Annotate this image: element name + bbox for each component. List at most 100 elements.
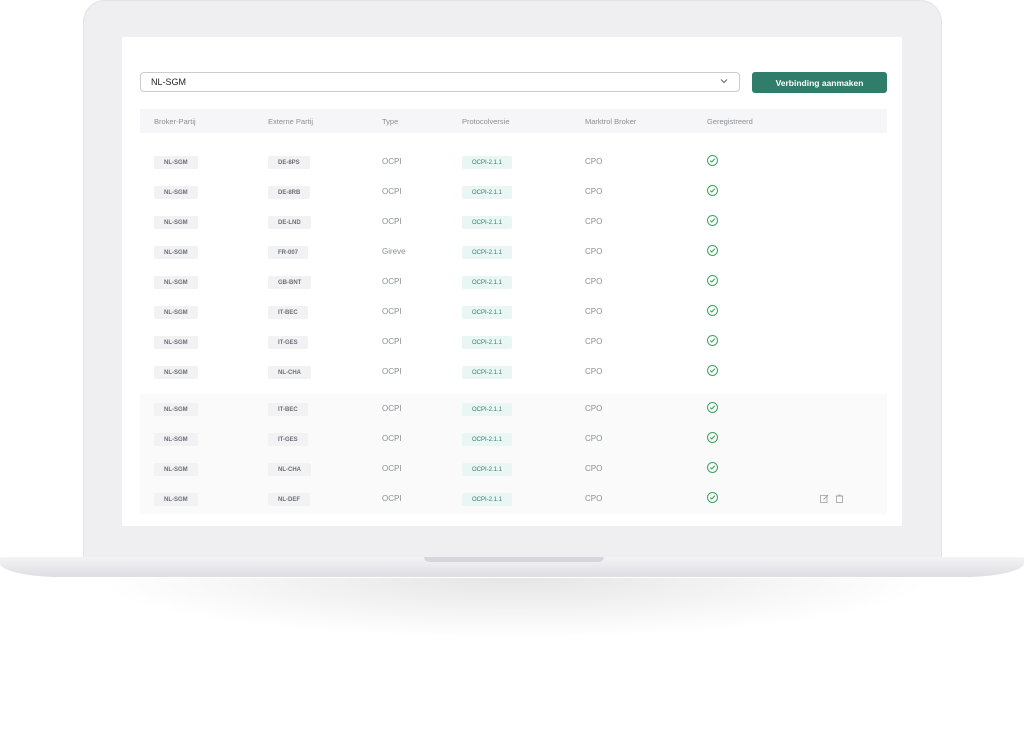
external-party-chip: DE-8RB bbox=[268, 186, 311, 199]
connection-type: OCPI bbox=[382, 307, 402, 316]
market-role: CPO bbox=[585, 247, 603, 256]
protocol-version-badge: OCPI-2.1.1 bbox=[462, 156, 513, 169]
broker-party-chip: NL-SGM bbox=[154, 366, 198, 379]
table-row[interactable]: NL-SGM DE-LND OCPI OCPI-2.1.1 CPO bbox=[140, 207, 887, 237]
table-row[interactable]: NL-SGM GB-BNT OCPI OCPI-2.1.1 CPO bbox=[140, 267, 887, 297]
party-select-value: NL-SGM bbox=[151, 77, 187, 87]
trash-icon[interactable] bbox=[835, 494, 844, 503]
market-role: CPO bbox=[585, 307, 603, 316]
protocol-version-badge: OCPI-2.1.1 bbox=[462, 186, 513, 199]
connection-type: OCPI bbox=[382, 157, 402, 166]
edit-icon[interactable] bbox=[820, 494, 829, 503]
table-row[interactable]: NL-SGM NL-CHA OCPI OCPI-2.1.1 CPO bbox=[140, 357, 887, 387]
check-circle-icon bbox=[707, 462, 718, 473]
create-connection-button[interactable]: Verbinding aanmaken bbox=[752, 72, 887, 93]
check-circle-icon bbox=[707, 402, 718, 413]
app-screen: NL-SGM Verbinding aanmaken Broker-Partij… bbox=[122, 37, 902, 526]
market-role: CPO bbox=[585, 434, 603, 443]
check-circle-icon bbox=[707, 335, 718, 346]
protocol-version-badge: OCPI-2.1.1 bbox=[462, 306, 513, 319]
check-circle-icon bbox=[707, 365, 718, 376]
table-row[interactable]: NL-SGM DE-8RB OCPI OCPI-2.1.1 CPO bbox=[140, 177, 887, 207]
table-row[interactable]: NL-SGM FR-007 Gireve OCPI-2.1.1 CPO bbox=[140, 237, 887, 267]
column-header[interactable]: Marktrol Broker bbox=[585, 117, 636, 126]
laptop-notch bbox=[424, 557, 604, 562]
row-actions bbox=[820, 494, 844, 503]
connection-type: OCPI bbox=[382, 187, 402, 196]
connection-type: OCPI bbox=[382, 404, 402, 413]
check-circle-icon bbox=[707, 492, 718, 503]
connection-type: OCPI bbox=[382, 337, 402, 346]
broker-party-chip: NL-SGM bbox=[154, 463, 198, 476]
external-party-chip: IT-GES bbox=[268, 336, 308, 349]
protocol-version-badge: OCPI-2.1.1 bbox=[462, 403, 513, 416]
table-header: Broker-Partij Externe Partij Type Protoc… bbox=[140, 109, 887, 133]
connection-type: Gireve bbox=[382, 247, 406, 256]
market-role: CPO bbox=[585, 464, 603, 473]
external-party-chip: FR-007 bbox=[268, 246, 309, 259]
table-row[interactable]: NL-SGM DE-8PS OCPI OCPI-2.1.1 CPO bbox=[140, 147, 887, 177]
broker-party-chip: NL-SGM bbox=[154, 336, 198, 349]
protocol-version-badge: OCPI-2.1.1 bbox=[462, 463, 513, 476]
external-party-chip: IT-BEC bbox=[268, 403, 308, 416]
connection-type: OCPI bbox=[382, 434, 402, 443]
external-party-chip: NL-CHA bbox=[268, 366, 311, 379]
laptop-shadow bbox=[90, 578, 935, 638]
table-row[interactable]: NL-SGM IT-GES OCPI OCPI-2.1.1 CPO bbox=[140, 327, 887, 357]
broker-party-chip: NL-SGM bbox=[154, 493, 198, 506]
column-header[interactable]: Broker-Partij bbox=[154, 117, 196, 126]
external-party-chip: DE-LND bbox=[268, 216, 311, 229]
connection-type: OCPI bbox=[382, 277, 402, 286]
broker-party-chip: NL-SGM bbox=[154, 156, 198, 169]
market-role: CPO bbox=[585, 157, 603, 166]
broker-party-chip: NL-SGM bbox=[154, 216, 198, 229]
connection-type: OCPI bbox=[382, 464, 402, 473]
broker-party-chip: NL-SGM bbox=[154, 403, 198, 416]
protocol-version-badge: OCPI-2.1.1 bbox=[462, 433, 513, 446]
column-header[interactable]: Geregistreerd bbox=[707, 117, 753, 126]
protocol-version-badge: OCPI-2.1.1 bbox=[462, 336, 513, 349]
protocol-version-badge: OCPI-2.1.1 bbox=[462, 246, 513, 259]
broker-party-chip: NL-SGM bbox=[154, 433, 198, 446]
external-party-chip: IT-BEC bbox=[268, 306, 308, 319]
check-circle-icon bbox=[707, 432, 718, 443]
check-circle-icon bbox=[707, 215, 718, 226]
market-role: CPO bbox=[585, 404, 603, 413]
connection-type: OCPI bbox=[382, 217, 402, 226]
table-row[interactable]: NL-SGM IT-BEC OCPI OCPI-2.1.1 CPO bbox=[140, 297, 887, 327]
column-header[interactable]: Externe Partij bbox=[268, 117, 313, 126]
protocol-version-badge: OCPI-2.1.1 bbox=[462, 493, 513, 506]
check-circle-icon bbox=[707, 185, 718, 196]
market-role: CPO bbox=[585, 217, 603, 226]
connection-type: OCPI bbox=[382, 494, 402, 503]
broker-party-chip: NL-SGM bbox=[154, 306, 198, 319]
table-row[interactable]: NL-SGM NL-DEF OCPI OCPI-2.1.1 CPO bbox=[140, 484, 887, 514]
check-circle-icon bbox=[707, 275, 718, 286]
external-party-chip: GB-BNT bbox=[268, 276, 312, 289]
external-party-chip: DE-8PS bbox=[268, 156, 310, 169]
column-header[interactable]: Type bbox=[382, 117, 398, 126]
broker-party-chip: NL-SGM bbox=[154, 186, 198, 199]
table-row[interactable]: NL-SGM NL-CHA OCPI OCPI-2.1.1 CPO bbox=[140, 454, 887, 484]
market-role: CPO bbox=[585, 367, 603, 376]
table-row[interactable]: NL-SGM IT-GES OCPI OCPI-2.1.1 CPO bbox=[140, 424, 887, 454]
market-role: CPO bbox=[585, 277, 603, 286]
market-role: CPO bbox=[585, 187, 603, 196]
table-row[interactable]: NL-SGM IT-BEC OCPI OCPI-2.1.1 CPO bbox=[140, 394, 887, 424]
broker-party-chip: NL-SGM bbox=[154, 246, 198, 259]
market-role: CPO bbox=[585, 337, 603, 346]
broker-party-chip: NL-SGM bbox=[154, 276, 198, 289]
market-role: CPO bbox=[585, 494, 603, 503]
check-circle-icon bbox=[707, 305, 718, 316]
protocol-version-badge: OCPI-2.1.1 bbox=[462, 276, 513, 289]
external-party-chip: IT-GES bbox=[268, 433, 308, 446]
protocol-version-badge: OCPI-2.1.1 bbox=[462, 366, 513, 379]
external-party-chip: NL-DEF bbox=[268, 493, 310, 506]
check-circle-icon bbox=[707, 245, 718, 256]
chevron-down-icon bbox=[719, 77, 729, 87]
external-party-chip: NL-CHA bbox=[268, 463, 311, 476]
column-header[interactable]: Protocolversie bbox=[462, 117, 510, 126]
party-select[interactable]: NL-SGM bbox=[140, 72, 740, 92]
check-circle-icon bbox=[707, 155, 718, 166]
protocol-version-badge: OCPI-2.1.1 bbox=[462, 216, 513, 229]
